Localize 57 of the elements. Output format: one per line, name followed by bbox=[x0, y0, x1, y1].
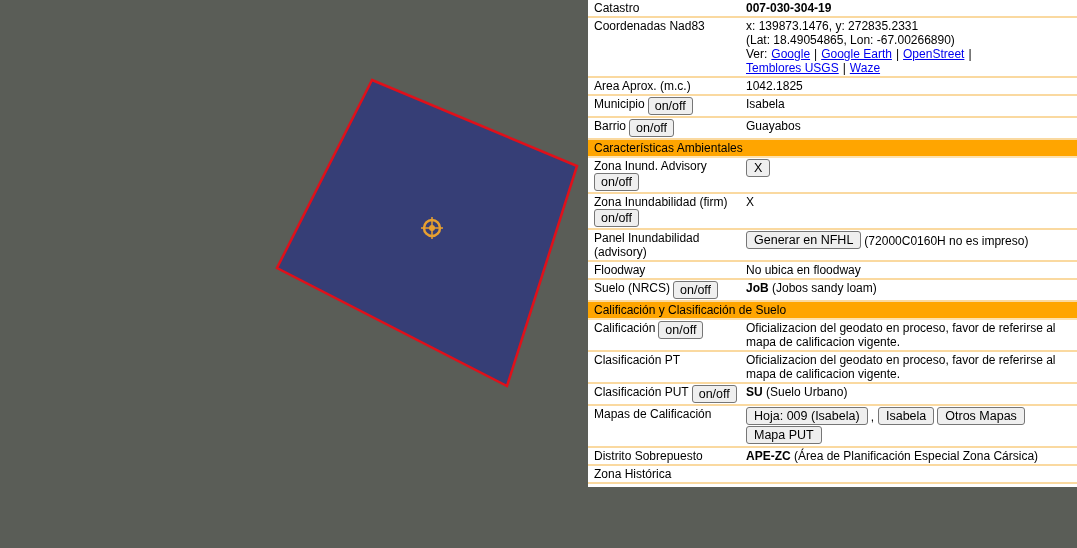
field-label: Barrio bbox=[594, 119, 626, 133]
field-label: Calificación bbox=[594, 321, 656, 335]
toggle-button[interactable]: on/off bbox=[673, 281, 719, 299]
field-label: Area Aprox. (m.c.) bbox=[594, 79, 691, 93]
value-text: No ubica en floodway bbox=[746, 263, 861, 277]
map-link[interactable]: Temblores USGS bbox=[746, 61, 839, 75]
value-text: | bbox=[842, 61, 846, 75]
map-link[interactable]: Waze bbox=[849, 61, 881, 75]
value-text: (72000C0160H no es impreso) bbox=[864, 233, 1029, 248]
action-button[interactable]: Isabela bbox=[877, 407, 935, 425]
map-link[interactable]: Google Earth bbox=[821, 47, 892, 61]
field-label: Coordenadas Nad83 bbox=[594, 19, 705, 33]
value-text: , bbox=[870, 409, 874, 424]
value-text: | bbox=[895, 47, 900, 61]
toggle-button[interactable]: on/off bbox=[594, 173, 640, 191]
field-label: Suelo (NRCS) bbox=[594, 281, 671, 295]
action-button[interactable]: Mapa PUT bbox=[746, 426, 822, 444]
value-text: Isabela bbox=[746, 97, 785, 111]
action-button[interactable]: Generar en NFHL bbox=[746, 231, 862, 249]
field-label: Distrito Sobrepuesto bbox=[594, 449, 703, 463]
value-text: Guayabos bbox=[746, 119, 801, 133]
toggle-button[interactable]: on/off bbox=[629, 119, 675, 137]
map-link[interactable]: Google bbox=[771, 47, 811, 61]
field-label: Municipio bbox=[594, 97, 645, 111]
value-text: X bbox=[746, 195, 754, 209]
field-label: Panel Inundabilidad (advisory) bbox=[594, 231, 701, 259]
field-label: Clasificación PUT bbox=[594, 385, 689, 399]
field-label: Zona Inund. Advisory bbox=[594, 159, 707, 173]
action-button[interactable]: X bbox=[746, 159, 771, 177]
section-header: Calificación y Clasificación de Suelo bbox=[588, 302, 1077, 320]
field-label: Catastro bbox=[594, 1, 640, 15]
field-label: Mapas de Calificación bbox=[594, 407, 712, 421]
field-label: Zona Inundabilidad (firm) bbox=[594, 195, 728, 209]
value-text: (Lat: 18.49054865, Lon: -67.00266890) bbox=[746, 33, 955, 47]
field-label: Zona Histórica bbox=[594, 467, 672, 481]
value-text: APE-ZC (Área de Planificación Especial Zona Cársica) bbox=[746, 449, 1039, 463]
value-text: Ver: bbox=[746, 47, 768, 61]
value-text: 007-030-304-19 bbox=[746, 1, 832, 15]
field-label: Clasificación PT bbox=[594, 353, 681, 367]
value-text: | bbox=[968, 47, 972, 61]
toggle-button[interactable]: on/off bbox=[647, 97, 693, 115]
value-text: Oficializacion del geodato en proceso, favor de referirse al mapa de calificacion vigente. bbox=[746, 321, 1057, 349]
map-link[interactable]: OpenStreet bbox=[903, 47, 965, 61]
crosshair-icon bbox=[420, 216, 444, 240]
value-text: SU (Suelo Urbano) bbox=[746, 385, 848, 399]
action-button[interactable]: Otros Mapas bbox=[937, 407, 1025, 425]
action-button[interactable]: Hoja: 009 (Isabela) bbox=[746, 407, 868, 425]
field-label: Floodway bbox=[594, 263, 646, 277]
toggle-button[interactable]: on/off bbox=[691, 385, 737, 403]
value-text: Oficializacion del geodato en proceso, favor de referirse al mapa de calificacion vigente. bbox=[746, 353, 1057, 381]
value-text: JoB (Jobos sandy loam) bbox=[746, 281, 877, 295]
value-text: | bbox=[814, 47, 818, 61]
toggle-button[interactable]: on/off bbox=[658, 321, 704, 339]
section-header: Características Ambientales bbox=[588, 140, 1077, 158]
toggle-button[interactable]: on/off bbox=[594, 209, 640, 227]
value-text: 1042.1825 bbox=[746, 79, 803, 93]
value-text: x: 139873.1476, y: 272835.2331 bbox=[746, 19, 919, 33]
